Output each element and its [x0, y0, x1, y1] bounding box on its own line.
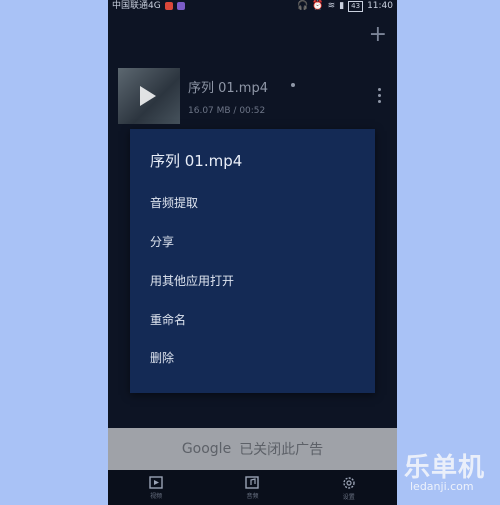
video-meta: 16.07 MB / 00:52 — [188, 106, 266, 116]
carrier-label: 中国联通4G — [112, 1, 161, 11]
dialog-title: 序列 01.mp4 — [150, 152, 243, 170]
video-list-item[interactable]: 序列 01.mp4 16.07 MB / 00:52 — [108, 62, 397, 128]
app-bar: + — [108, 12, 397, 58]
menu-item-delete[interactable]: 删除 — [150, 349, 174, 366]
status-bar: 中国联通4G 🎧 ⏰ ≋ ▮ 43 11:40 — [108, 0, 397, 12]
video-thumbnail[interactable] — [118, 68, 180, 124]
gear-icon — [343, 477, 355, 489]
video-icon — [149, 476, 163, 489]
tab-settings-label: 设置 — [342, 494, 355, 501]
video-title: 序列 01.mp4 — [188, 81, 268, 96]
tab-audio-label: 音频 — [246, 493, 259, 500]
site-watermark-url: ledanji.com — [410, 480, 474, 493]
menu-item-share[interactable]: 分享 — [150, 233, 174, 250]
battery-level: 43 — [348, 0, 364, 12]
menu-item-extract-audio[interactable]: 音频提取 — [150, 194, 198, 211]
clock: 11:40 — [367, 1, 393, 11]
alarm-icon: ⏰ — [312, 1, 324, 11]
app-notification-icon — [164, 2, 173, 10]
app-notification-icon-2 — [176, 2, 185, 10]
tab-audio[interactable]: 音频 — [245, 470, 260, 500]
signal-icon: ▮ — [339, 1, 345, 11]
tab-video-label: 视频 — [150, 493, 163, 500]
wifi-icon: ≋ — [327, 1, 336, 11]
phone-screen: 中国联通4G 🎧 ⏰ ≋ ▮ 43 11:40 + 序列 01.mp4 16.0… — [108, 0, 397, 505]
tab-settings[interactable]: 设置 — [342, 470, 356, 501]
new-indicator-dot — [291, 83, 295, 87]
audio-icon — [245, 476, 260, 489]
tab-video[interactable]: 视频 — [149, 470, 163, 500]
site-watermark: 乐单机 — [404, 453, 486, 483]
ad-brand: Google — [181, 441, 232, 457]
headphone-icon: 🎧 — [297, 1, 309, 11]
ad-banner[interactable]: Google 已关闭此广告 — [108, 428, 397, 470]
more-options-icon[interactable] — [378, 88, 381, 103]
context-menu-dialog: 序列 01.mp4 音频提取 分享 用其他应用打开 重命名 删除 — [130, 129, 375, 393]
menu-item-rename[interactable]: 重命名 — [150, 311, 186, 328]
menu-item-open-with[interactable]: 用其他应用打开 — [150, 272, 234, 289]
ad-text: 已关闭此广告 — [239, 442, 324, 458]
play-icon — [140, 86, 156, 106]
bottom-nav: 视频 音频 设置 — [108, 470, 397, 505]
add-button[interactable]: + — [369, 24, 387, 46]
